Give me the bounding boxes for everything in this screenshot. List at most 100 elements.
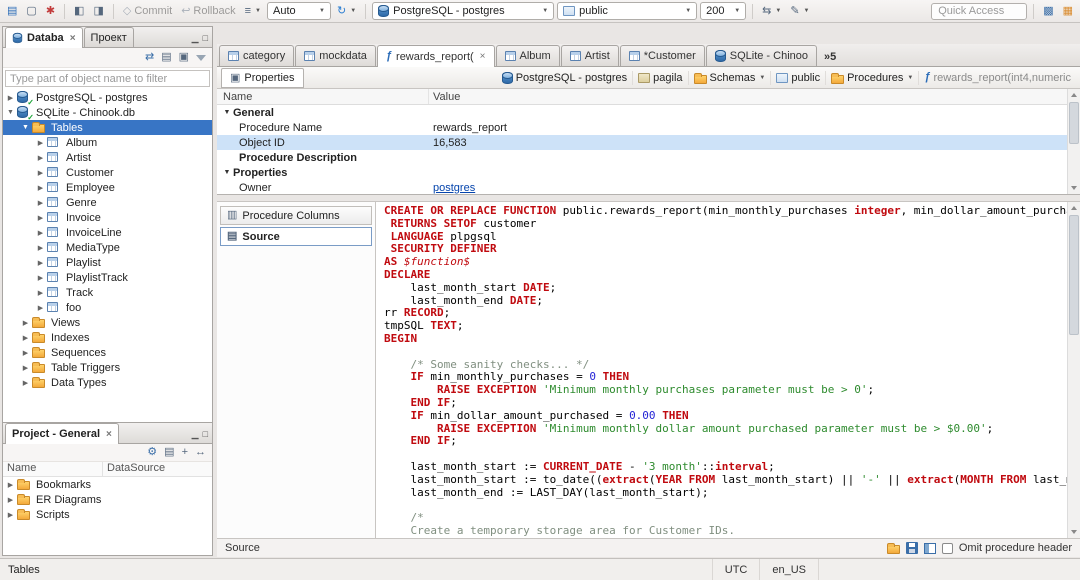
property-row[interactable]: Owner postgres — [217, 180, 1080, 194]
properties-scrollbar[interactable] — [1067, 89, 1080, 194]
property-row[interactable]: Procedure Description — [217, 150, 1080, 165]
breadcrumb-item[interactable]: PostgreSQL - postgres — [497, 71, 632, 85]
tree-item[interactable]: ▶ Views — [3, 315, 212, 330]
locale-indicator[interactable]: en_US — [759, 559, 818, 580]
tree-item[interactable]: ▶ Sequences — [3, 345, 212, 360]
expand-right-icon[interactable]: ▶ — [35, 289, 46, 297]
tree-item[interactable]: ▶ MediaType — [3, 240, 212, 255]
breadcrumb-item[interactable]: ƒ rewards_report(int4,numeric — [918, 70, 1076, 85]
expand-right-icon[interactable]: ▶ — [35, 199, 46, 207]
breadcrumb-item[interactable]: pagila — [632, 70, 687, 85]
collapse-all-icon[interactable]: ▤ — [164, 447, 174, 458]
rollback-button[interactable]: ↩ Rollback — [178, 3, 238, 19]
expand-right-icon[interactable]: ▶ — [20, 319, 31, 327]
source-code[interactable]: CREATE OR REPLACE FUNCTION public.reward… — [376, 202, 1067, 538]
side-tab-source[interactable]: ▤ Source — [220, 227, 372, 246]
property-row[interactable]: ▼ General — [217, 105, 1080, 120]
expand-down-icon[interactable]: ▼ — [20, 124, 31, 131]
tree-item[interactable]: ▶ Employee — [3, 180, 212, 195]
expand-right-icon[interactable]: ▶ — [35, 274, 46, 282]
omit-header-checkbox[interactable] — [941, 542, 953, 554]
expand-right-icon[interactable]: ▶ — [35, 259, 46, 267]
transaction-log-button[interactable]: ≡ ▼ — [242, 4, 264, 19]
close-icon[interactable]: × — [480, 51, 486, 62]
expand-right-icon[interactable]: ▶ — [35, 154, 46, 162]
resize-icon[interactable]: ↔ — [195, 447, 206, 458]
expand-right-icon[interactable]: ▶ — [35, 229, 46, 237]
timezone-indicator[interactable]: UTC — [711, 559, 760, 580]
tree-item[interactable]: ▼ ✓ SQLite - Chinook.db — [3, 105, 212, 122]
collapse-all-icon[interactable]: ▤ — [161, 52, 171, 63]
expand-right-icon[interactable]: ▶ — [5, 94, 16, 102]
expand-right-icon[interactable]: ▶ — [20, 334, 31, 342]
edit-button[interactable]: ✎ ▼ — [787, 4, 812, 19]
quick-access-input[interactable]: Quick Access — [931, 2, 1028, 20]
expand-right-icon[interactable]: ▶ — [35, 184, 46, 192]
expand-down-icon[interactable]: ▼ — [221, 109, 233, 116]
expand-right-icon[interactable]: ▶ — [35, 139, 46, 147]
connection-combo[interactable]: PostgreSQL - postgres ▼ — [372, 2, 555, 20]
tree-item[interactable]: ▶ Data Types — [3, 375, 212, 390]
minimize-icon[interactable]: ▁ — [192, 33, 199, 44]
column-header-datasource[interactable]: DataSource — [103, 462, 165, 476]
tab-project-general[interactable]: Project - General × — [5, 423, 119, 444]
property-value[interactable]: postgres — [433, 182, 475, 194]
new-sql-editor-button[interactable]: ▤ — [4, 4, 20, 19]
plus-icon[interactable]: + — [182, 447, 188, 458]
tree-item[interactable]: ▶ Artist — [3, 150, 212, 165]
tree-item[interactable]: ▶ Playlist — [3, 255, 212, 270]
perspective-button[interactable]: ▦ — [1060, 4, 1076, 19]
filter-icon[interactable] — [196, 54, 206, 61]
sql-console-button[interactable]: ◧ — [71, 4, 87, 19]
expand-right-icon[interactable]: ▶ — [5, 481, 16, 489]
close-icon[interactable]: × — [70, 33, 76, 44]
breadcrumb-item[interactable]: Procedures ▼ — [825, 70, 918, 85]
expand-right-icon[interactable]: ▶ — [5, 511, 16, 519]
tree-item[interactable]: ▶ Track — [3, 285, 212, 300]
tree-item[interactable]: ▼ Tables — [3, 120, 212, 135]
tree-item[interactable]: ▶ Invoice — [3, 210, 212, 225]
property-row[interactable]: Object ID 16,583 — [217, 135, 1080, 150]
commit-button[interactable]: ◇ Commit — [120, 3, 175, 19]
save-icon[interactable] — [905, 542, 918, 554]
breadcrumb-item[interactable]: public — [770, 70, 825, 85]
source-scrollbar[interactable] — [1067, 202, 1080, 538]
property-row[interactable]: ▼ Properties — [217, 165, 1080, 180]
editor-tab[interactable]: SQLite - Chinoo — [705, 45, 817, 66]
scroll-down-button[interactable] — [1068, 526, 1080, 538]
expand-right-icon[interactable]: ▶ — [20, 349, 31, 357]
maximize-icon[interactable]: □ — [203, 429, 208, 440]
project-item[interactable]: ▶ Scripts — [3, 507, 212, 522]
tree-item[interactable]: ▶ PlaylistTrack — [3, 270, 212, 285]
open-file-icon[interactable] — [886, 543, 900, 554]
column-header-name[interactable]: Name — [217, 89, 429, 104]
project-item[interactable]: ▶ Bookmarks — [3, 477, 212, 492]
tab-properties[interactable]: ▣ Properties — [221, 68, 304, 88]
editor-tab[interactable]: Album — [495, 45, 560, 66]
compare-button[interactable]: ⇆ ▼ — [759, 4, 784, 19]
tab-projects[interactable]: Проект — [83, 27, 134, 47]
tree-item[interactable]: ▶ Customer — [3, 165, 212, 180]
editor-tab[interactable]: Artist — [560, 45, 619, 66]
scroll-up-button[interactable] — [1068, 89, 1080, 101]
tree-item[interactable]: ▶ Indexes — [3, 330, 212, 345]
expand-right-icon[interactable]: ▶ — [5, 496, 16, 504]
project-item[interactable]: ▶ ER Diagrams — [3, 492, 212, 507]
side-tab-procedure-columns[interactable]: ▥ Procedure Columns — [220, 206, 372, 225]
scroll-down-button[interactable] — [1068, 182, 1080, 194]
source-viewer[interactable]: CREATE OR REPLACE FUNCTION public.reward… — [376, 202, 1080, 538]
expand-right-icon[interactable]: ▶ — [35, 169, 46, 177]
minimize-icon[interactable]: ▁ — [192, 429, 199, 440]
property-row[interactable]: Procedure Name rewards_report — [217, 120, 1080, 135]
link-editor-icon[interactable]: ⇄ — [145, 52, 154, 63]
tab-database-navigator[interactable]: Databa × — [5, 27, 83, 48]
column-header-value[interactable]: Value — [429, 91, 460, 103]
layout-icon[interactable]: ▣ — [179, 52, 189, 63]
new-object-button[interactable]: ✱ — [43, 4, 58, 19]
toggle-panel-icon[interactable] — [923, 542, 936, 554]
expand-right-icon[interactable]: ▶ — [35, 214, 46, 222]
tree-item[interactable]: ▶ InvoiceLine — [3, 225, 212, 240]
breadcrumb-item[interactable]: Schemas ▼ — [687, 70, 771, 85]
expand-right-icon[interactable]: ▶ — [20, 379, 31, 387]
tree-item[interactable]: ▶ ✓ PostgreSQL - postgres — [3, 90, 212, 107]
